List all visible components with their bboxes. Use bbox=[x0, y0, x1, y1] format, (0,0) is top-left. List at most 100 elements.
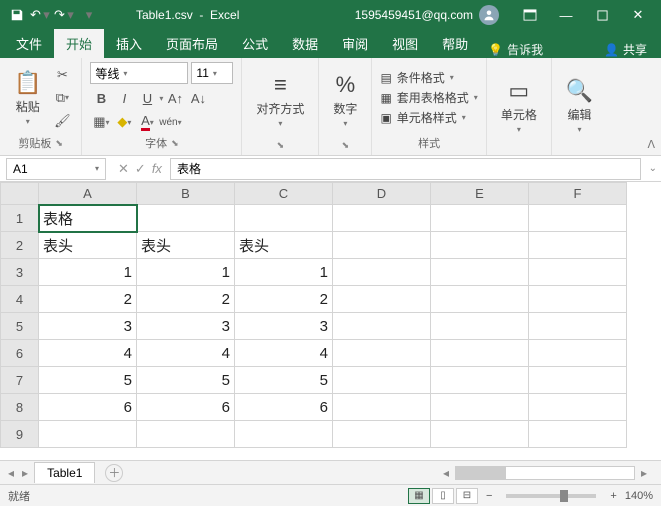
cell[interactable]: 6 bbox=[235, 394, 333, 421]
name-box[interactable]: A1▾ bbox=[6, 158, 106, 180]
undo-button[interactable]: ↶▾ bbox=[30, 4, 52, 26]
cell[interactable] bbox=[529, 286, 627, 313]
zoom-level[interactable]: 140% bbox=[625, 490, 653, 502]
view-page-layout[interactable]: ▯ bbox=[432, 488, 454, 504]
tab-help[interactable]: 帮助 bbox=[430, 29, 480, 58]
new-sheet-button[interactable]: ＋ bbox=[105, 464, 123, 482]
cell[interactable]: 1 bbox=[137, 259, 235, 286]
maximize-button[interactable] bbox=[585, 4, 619, 26]
font-launcher[interactable]: ⬊ bbox=[171, 138, 179, 149]
editing-button[interactable]: 🔍编辑▾ bbox=[560, 76, 599, 136]
row-header[interactable]: 7 bbox=[1, 367, 39, 394]
cell[interactable] bbox=[333, 421, 431, 448]
cell[interactable]: 3 bbox=[39, 313, 137, 340]
tab-home[interactable]: 开始 bbox=[54, 29, 104, 58]
enter-formula-button[interactable]: ✓ bbox=[135, 161, 146, 177]
cell[interactable] bbox=[333, 367, 431, 394]
zoom-out-button[interactable]: − bbox=[486, 490, 492, 502]
cell[interactable]: 1 bbox=[39, 259, 137, 286]
collapse-ribbon-button[interactable]: ᐱ bbox=[647, 138, 655, 151]
cell[interactable] bbox=[529, 259, 627, 286]
cell[interactable]: 3 bbox=[235, 313, 333, 340]
cell[interactable] bbox=[235, 421, 333, 448]
tab-review[interactable]: 审阅 bbox=[330, 29, 380, 58]
cell[interactable]: 2 bbox=[39, 286, 137, 313]
cell[interactable] bbox=[529, 205, 627, 232]
col-header[interactable]: A bbox=[39, 183, 137, 205]
cell[interactable] bbox=[529, 394, 627, 421]
sheet-nav-next[interactable]: ▸ bbox=[20, 466, 30, 480]
row-header[interactable]: 9 bbox=[1, 421, 39, 448]
cut-button[interactable]: ✂ bbox=[51, 65, 73, 85]
cell[interactable] bbox=[333, 205, 431, 232]
decrease-font-button[interactable]: A↓ bbox=[187, 88, 209, 108]
paste-button[interactable]: 📋 粘贴▾ bbox=[8, 68, 47, 128]
cell[interactable]: 表头 bbox=[137, 232, 235, 259]
tab-insert[interactable]: 插入 bbox=[104, 29, 154, 58]
tab-layout[interactable]: 页面布局 bbox=[154, 29, 230, 58]
cell[interactable]: 2 bbox=[235, 286, 333, 313]
col-header[interactable]: E bbox=[431, 183, 529, 205]
sheet-tab[interactable]: Table1 bbox=[34, 462, 95, 483]
col-header[interactable]: D bbox=[333, 183, 431, 205]
cell[interactable] bbox=[431, 340, 529, 367]
cell[interactable] bbox=[137, 205, 235, 232]
view-normal[interactable]: ▦ bbox=[408, 488, 430, 504]
cell[interactable]: 5 bbox=[235, 367, 333, 394]
cell[interactable]: 表格 bbox=[39, 205, 137, 232]
account-area[interactable]: 1595459451@qq.com bbox=[355, 5, 499, 25]
cell[interactable]: 4 bbox=[39, 340, 137, 367]
share-button[interactable]: 👤共享 bbox=[594, 41, 657, 58]
cell[interactable] bbox=[431, 205, 529, 232]
cell[interactable] bbox=[333, 259, 431, 286]
border-button[interactable]: ▦▾ bbox=[90, 112, 112, 132]
horizontal-scrollbar[interactable] bbox=[455, 466, 635, 480]
close-button[interactable]: ✕ bbox=[621, 4, 655, 26]
select-all-triangle[interactable] bbox=[1, 183, 39, 205]
cell[interactable] bbox=[333, 394, 431, 421]
cell[interactable] bbox=[39, 421, 137, 448]
tell-me[interactable]: 💡告诉我 bbox=[480, 41, 551, 58]
cell[interactable] bbox=[431, 286, 529, 313]
cancel-formula-button[interactable]: ✕ bbox=[118, 161, 129, 177]
number-launcher[interactable]: ⬊ bbox=[342, 140, 350, 151]
cell[interactable] bbox=[431, 232, 529, 259]
number-format-button[interactable]: %数字▾ bbox=[327, 70, 363, 130]
font-size-select[interactable]: 11▾ bbox=[191, 62, 233, 84]
col-header[interactable]: B bbox=[137, 183, 235, 205]
font-color-button[interactable]: A▾ bbox=[136, 112, 158, 132]
cell[interactable] bbox=[333, 286, 431, 313]
row-header[interactable]: 3 bbox=[1, 259, 39, 286]
cell[interactable]: 6 bbox=[39, 394, 137, 421]
sheet-nav-prev[interactable]: ◂ bbox=[6, 466, 16, 480]
fill-color-button[interactable]: ◆▾ bbox=[113, 112, 135, 132]
col-header[interactable]: F bbox=[529, 183, 627, 205]
cell[interactable] bbox=[529, 421, 627, 448]
cell[interactable]: 5 bbox=[39, 367, 137, 394]
row-header[interactable]: 1 bbox=[1, 205, 39, 232]
cell[interactable] bbox=[529, 232, 627, 259]
view-page-break[interactable]: ⊟ bbox=[456, 488, 478, 504]
cell[interactable]: 表头 bbox=[39, 232, 137, 259]
qat-customize[interactable]: ▾ bbox=[78, 4, 100, 26]
zoom-in-button[interactable]: + bbox=[610, 490, 616, 502]
minimize-button[interactable]: — bbox=[549, 4, 583, 26]
cell[interactable] bbox=[529, 367, 627, 394]
hscroll-left[interactable]: ◂ bbox=[441, 466, 451, 480]
cells-button[interactable]: ▭单元格▾ bbox=[495, 76, 543, 136]
insert-function-button[interactable]: fx bbox=[152, 161, 162, 176]
cell[interactable] bbox=[431, 259, 529, 286]
cell[interactable]: 1 bbox=[235, 259, 333, 286]
clipboard-launcher[interactable]: ⬊ bbox=[55, 138, 63, 149]
col-header[interactable]: C bbox=[235, 183, 333, 205]
formula-bar[interactable]: 表格 bbox=[170, 158, 641, 180]
cell[interactable]: 6 bbox=[137, 394, 235, 421]
cell[interactable]: 2 bbox=[137, 286, 235, 313]
cell[interactable]: 3 bbox=[137, 313, 235, 340]
format-painter-button[interactable]: 🖌 bbox=[51, 111, 73, 131]
alignment-button[interactable]: ≡对齐方式▾ bbox=[250, 70, 310, 130]
cell[interactable]: 4 bbox=[235, 340, 333, 367]
cell[interactable]: 5 bbox=[137, 367, 235, 394]
cell[interactable] bbox=[431, 367, 529, 394]
zoom-slider[interactable] bbox=[506, 494, 596, 498]
